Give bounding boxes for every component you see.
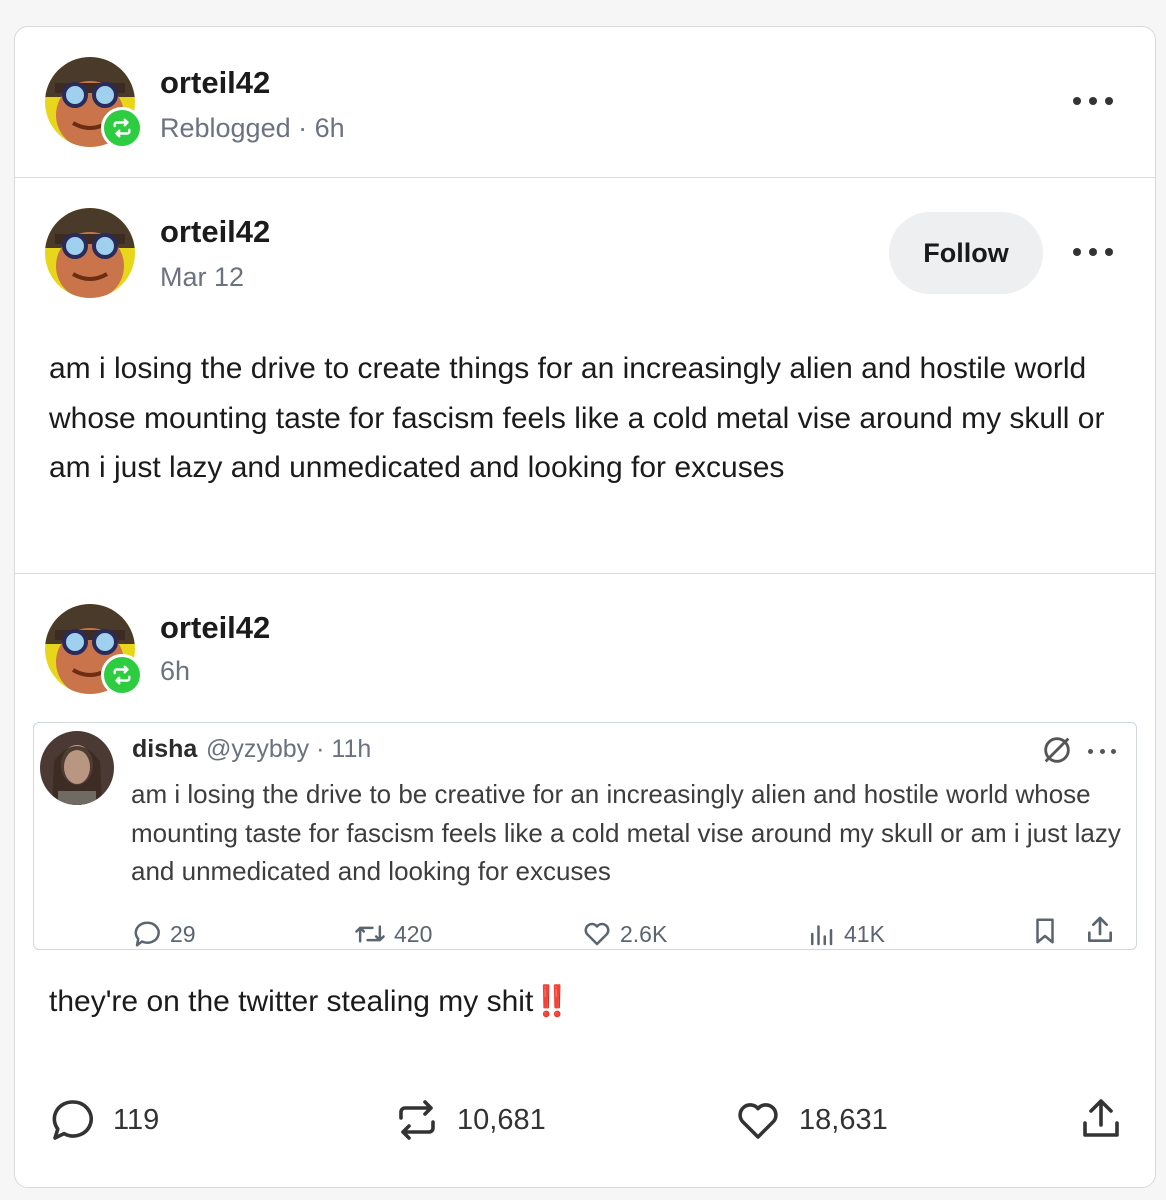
reblog-badge	[101, 107, 143, 149]
dot-icon	[1111, 748, 1116, 754]
retweet-icon	[355, 925, 385, 943]
likes-count: 2.6K	[620, 920, 668, 947]
likes-count: 18,631	[799, 1103, 888, 1136]
heart-icon	[584, 922, 610, 946]
grok-icon[interactable]	[1040, 733, 1074, 767]
quoted-handle[interactable]: @yzybby · 11h	[206, 735, 371, 764]
like-button[interactable]: 18,631	[733, 1096, 888, 1144]
reblog-button[interactable]: 10,681	[393, 1096, 546, 1144]
username[interactable]: orteil42	[160, 65, 270, 101]
reblogs-count: 10,681	[457, 1103, 546, 1136]
dot-icon	[1089, 97, 1097, 105]
comments-button[interactable]: 119	[49, 1096, 159, 1144]
dot-icon	[1089, 248, 1097, 256]
post-card: orteil42 Reblogged · 6h orteil42 Mar 12 …	[14, 26, 1156, 1188]
avatar[interactable]	[45, 208, 135, 298]
quoted-views[interactable]: 41K	[806, 919, 885, 949]
heart-icon	[738, 1103, 778, 1139]
dot-icon	[1105, 97, 1113, 105]
share-icon[interactable]	[1084, 913, 1116, 947]
quoted-retweets[interactable]: 420	[354, 919, 432, 949]
dot-icon	[1073, 248, 1081, 256]
bookmark-icon[interactable]	[1030, 915, 1060, 947]
reblog-caption: they're on the twitter stealing my shit‼…	[49, 984, 571, 1019]
comment-icon	[52, 1100, 94, 1140]
reblog-meta: Reblogged · 6h	[160, 113, 345, 143]
portrait-icon	[40, 731, 114, 805]
views-icon	[811, 925, 833, 946]
follow-button[interactable]: Follow	[889, 212, 1043, 294]
reblog-time: 6h	[160, 656, 191, 686]
username[interactable]: orteil42	[160, 214, 270, 250]
replies-count: 29	[170, 920, 196, 947]
retweets-count: 420	[394, 920, 433, 947]
double-exclamation-icon: ‼️	[533, 985, 571, 1018]
reblog-badge	[101, 654, 143, 696]
username[interactable]: orteil42	[160, 610, 270, 646]
dot-icon	[1099, 748, 1105, 754]
more-options-button[interactable]	[1073, 246, 1113, 258]
avatar-cartoon-icon	[45, 208, 135, 298]
original-post: orteil42 Mar 12 Follow am i losing the d…	[15, 178, 1155, 574]
more-options-button[interactable]	[1073, 95, 1113, 107]
caption-text: they're on the twitter stealing my shit	[49, 985, 534, 1018]
quoted-tweet[interactable]: disha @yzybby · 11h am i losing the driv…	[33, 722, 1137, 950]
post-date: Mar 12	[160, 262, 245, 292]
reblog-icon	[113, 118, 131, 138]
quoted-likes[interactable]: 2.6K	[582, 919, 667, 949]
quoted-replies[interactable]: 29	[132, 919, 196, 949]
comments-count: 119	[113, 1103, 160, 1136]
share-icon[interactable]	[1077, 1094, 1125, 1144]
quoted-avatar[interactable]	[40, 731, 114, 805]
dot-icon	[1073, 97, 1081, 105]
quoted-name[interactable]: disha	[132, 735, 197, 764]
reblog-icon	[399, 1100, 435, 1140]
reblog-header: orteil42 Reblogged · 6h	[15, 27, 1155, 178]
dot-icon	[1088, 748, 1093, 754]
post-body: am i losing the drive to create things f…	[49, 352, 1105, 484]
quoted-text: am i losing the drive to be creative for…	[131, 779, 1121, 886]
reblog-icon	[113, 665, 131, 685]
dot-icon	[1105, 248, 1113, 256]
views-count: 41K	[844, 920, 885, 947]
quoted-more-button[interactable]	[1088, 747, 1116, 755]
reply-icon	[134, 921, 160, 947]
